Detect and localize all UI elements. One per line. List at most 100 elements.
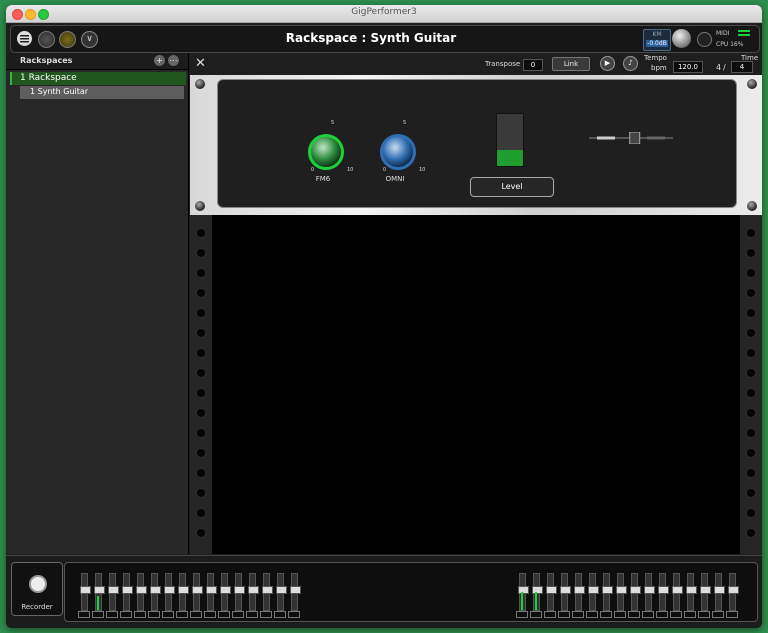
time-numerator[interactable]: 4 (716, 63, 721, 72)
channel-label (78, 611, 90, 618)
fader-cap[interactable] (248, 586, 259, 594)
channel-fader[interactable] (686, 573, 697, 611)
fader-cap[interactable] (714, 586, 725, 594)
play-icon[interactable]: ▶ (600, 56, 615, 71)
metronome-icon[interactable]: ♪ (623, 56, 638, 71)
channel-fader[interactable] (248, 573, 259, 611)
fader-cap[interactable] (262, 586, 273, 594)
channel-fader[interactable] (234, 573, 245, 611)
channel-fader[interactable] (700, 573, 711, 611)
fader-cap[interactable] (728, 586, 739, 594)
transpose-input[interactable]: 0 (523, 59, 543, 71)
channel-fader[interactable] (276, 573, 287, 611)
fader-cap[interactable] (546, 586, 557, 594)
fader-cap[interactable] (178, 586, 189, 594)
rail-hole (747, 309, 755, 317)
master-volume-knob[interactable] (672, 29, 691, 48)
fader-cap[interactable] (574, 586, 585, 594)
level-fader[interactable] (496, 113, 524, 167)
fader-cap[interactable] (234, 586, 245, 594)
fader-cap[interactable] (658, 586, 669, 594)
omni-tick-max: 10 (419, 167, 426, 173)
channel-fader[interactable] (178, 573, 189, 611)
level-button[interactable]: Level (470, 177, 554, 197)
record-button[interactable] (29, 575, 47, 593)
fader-cap[interactable] (602, 586, 613, 594)
add-rackspace-button[interactable]: + (154, 55, 165, 66)
channel-fader[interactable] (122, 573, 133, 611)
screw-icon (747, 201, 757, 211)
channel-fader[interactable] (518, 573, 529, 611)
fader-cap[interactable] (136, 586, 147, 594)
variation-item[interactable]: 1 Synth Guitar (20, 86, 184, 99)
channel-fader[interactable] (672, 573, 683, 611)
channel-fader[interactable] (80, 573, 91, 611)
fader-cap[interactable] (122, 586, 133, 594)
channel-fader[interactable] (532, 573, 543, 611)
fader-cap[interactable] (290, 586, 301, 594)
fader-cap[interactable] (164, 586, 175, 594)
fader-cap[interactable] (588, 586, 599, 594)
fader-cap[interactable] (700, 586, 711, 594)
channel-fader[interactable] (290, 573, 301, 611)
channel-label (642, 611, 654, 618)
rackspace-item[interactable]: 1 Rackspace (10, 72, 186, 85)
fader-cap[interactable] (630, 586, 641, 594)
fader-cap[interactable] (80, 586, 91, 594)
fader-cap[interactable] (206, 586, 217, 594)
channel-fader[interactable] (150, 573, 161, 611)
fader-cap[interactable] (686, 586, 697, 594)
window-title: GigPerformer3 (351, 7, 417, 17)
channel-fader[interactable] (588, 573, 599, 611)
channel-fader[interactable] (560, 573, 571, 611)
fm6-knob[interactable] (308, 134, 344, 170)
channel-fader[interactable] (108, 573, 119, 611)
time-denominator[interactable]: 4 (731, 61, 753, 73)
more-options-button[interactable]: ⋯ (168, 55, 179, 66)
fader-cap[interactable] (518, 586, 529, 594)
fader-cap[interactable] (192, 586, 203, 594)
channel-fader[interactable] (728, 573, 739, 611)
channel-fader[interactable] (630, 573, 641, 611)
channel-fader[interactable] (192, 573, 203, 611)
channel-label (148, 611, 160, 618)
setlist-view-icon[interactable] (59, 31, 76, 48)
omni-knob[interactable] (380, 134, 416, 170)
channel-fader[interactable] (616, 573, 627, 611)
rackspace-view-icon[interactable] (38, 31, 55, 48)
panic-button[interactable] (697, 32, 712, 47)
channel-fader[interactable] (164, 573, 175, 611)
fader-cap[interactable] (276, 586, 287, 594)
time-separator: / (723, 63, 726, 72)
channel-fader[interactable] (206, 573, 217, 611)
chevron-down-icon[interactable]: ∨ (81, 31, 98, 48)
fader-cap[interactable] (644, 586, 655, 594)
fader-cap[interactable] (532, 586, 543, 594)
channel-fader[interactable] (94, 573, 105, 611)
fader-cap[interactable] (220, 586, 231, 594)
menu-icon[interactable] (17, 31, 32, 46)
channel-fader[interactable] (658, 573, 669, 611)
channel-fader[interactable] (574, 573, 585, 611)
channel-fader[interactable] (644, 573, 655, 611)
fader-cap[interactable] (108, 586, 119, 594)
channel-fader[interactable] (602, 573, 613, 611)
channel-fader[interactable] (220, 573, 231, 611)
channel-meter (97, 596, 99, 610)
channel-fader[interactable] (136, 573, 147, 611)
fader-cap[interactable] (94, 586, 105, 594)
tempo-input[interactable]: 120.0 (673, 61, 703, 73)
rail-hole (747, 289, 755, 297)
omni-tick-mid: 5 (403, 120, 407, 126)
fader-cap[interactable] (616, 586, 627, 594)
fader-cap[interactable] (560, 586, 571, 594)
link-button[interactable]: Link (552, 57, 590, 71)
wrench-icon[interactable]: ✕ (193, 56, 208, 71)
channel-fader[interactable] (546, 573, 557, 611)
channel-fader[interactable] (262, 573, 273, 611)
fm6-tick-mid: 5 (331, 120, 335, 126)
fader-cap[interactable] (150, 586, 161, 594)
horizontal-slider[interactable] (589, 132, 673, 144)
fader-cap[interactable] (672, 586, 683, 594)
channel-fader[interactable] (714, 573, 725, 611)
